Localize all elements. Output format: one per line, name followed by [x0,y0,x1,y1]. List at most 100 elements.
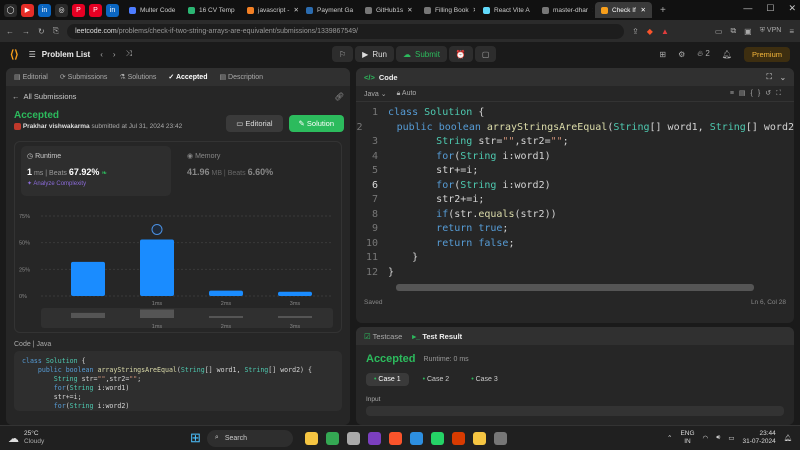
browser-tab[interactable]: javascript - ✕ [241,2,298,18]
maximize-icon[interactable]: ☐ [766,3,774,14]
close-icon[interactable]: ✕ [788,3,796,14]
braces-icon[interactable]: {} [751,90,766,97]
streak-counter[interactable]: 🔥︎ 2 [697,49,710,59]
browser-tab[interactable]: React Vite A✕ [477,2,534,18]
onenote-app-icon[interactable] [367,431,381,445]
debug-button[interactable]: ⚐ [332,46,354,62]
vscode-app-icon[interactable] [409,431,423,445]
browser-tab[interactable]: Filling Book ✕ [418,2,475,18]
browser-tab[interactable]: GitHub1s ✕ [359,2,416,18]
leetcode-logo-icon[interactable]: ⟨⟩ [10,48,19,61]
runtime-bar[interactable] [140,239,174,297]
runtime-card[interactable]: ◷ Runtime 1 ms | Beats 67.92% ❧ ✦ Analyz… [21,146,171,197]
volume-icon[interactable]: 🔊︎ [716,434,720,442]
url-field[interactable]: leetcode.com/problems/check-if-two-strin… [67,23,625,39]
submit-button[interactable]: ☁ Submit [396,46,447,62]
expand-icon[interactable]: ⛶ [766,72,771,82]
collapse-icon[interactable]: ⌄ [780,73,786,82]
language-select[interactable]: Java ⌄ [364,90,387,98]
notification-icon[interactable]: 🔔︎ [722,50,732,59]
explorer-app-icon[interactable] [304,431,318,445]
browser-tab[interactable]: Check If ✕ [595,2,652,18]
runtime-bar[interactable] [278,291,312,297]
youtube-pinned-tab[interactable]: ▶ [21,3,34,17]
chrome-app-icon[interactable] [325,431,339,445]
language-indicator[interactable]: ENG IN [680,430,694,446]
menu-icon[interactable]: ≡ [789,27,794,36]
browser-tab[interactable]: 16 CV Temp ✕ [182,2,239,18]
list-icon[interactable]: ☰ [29,50,36,59]
shuffle-icon[interactable]: ⤨ [126,49,132,59]
office-app-icon[interactable] [451,431,465,445]
reset-icon[interactable]: ↺ [765,90,776,97]
pinterest-pinned-tab[interactable]: P [72,3,85,17]
folder-app-icon[interactable] [472,431,486,445]
weather-widget[interactable]: ☁ 25°C Cloudy [0,430,190,446]
whatsapp-app-icon[interactable] [430,431,444,445]
link-icon[interactable]: 🔗︎ [334,92,344,101]
media-app-icon[interactable] [493,431,507,445]
tab-close-icon[interactable]: ✕ [407,6,412,14]
tab-test-result[interactable]: ▸_ Test Result [412,332,462,341]
case-2-tab[interactable]: • Case 2 [415,373,458,386]
settings-icon[interactable]: ⚙ [678,50,685,59]
brave-shield-icon[interactable]: ◆ [647,27,653,36]
tab-close-icon[interactable]: ✕ [641,6,646,14]
tab-submissions[interactable]: ⟳ Submissions [60,73,108,81]
chatgpt-pinned-tab[interactable]: ◎ [55,3,68,17]
run-button[interactable]: ▶ Run [355,46,395,62]
tab-close-icon[interactable]: ✕ [293,6,298,14]
prev-problem-icon[interactable]: ‹ [100,50,103,59]
next-problem-icon[interactable]: › [113,50,116,59]
case-1-tab[interactable]: • Case 1 [366,373,409,386]
tab-solutions[interactable]: ⚗ Solutions [119,73,156,81]
editor-content[interactable]: 1 class Solution {2 public boolean arrayS… [356,102,794,282]
forward-icon[interactable]: → [22,27,30,36]
layout-icon[interactable]: ⊞ [659,50,666,59]
submitter-name[interactable]: Prakhar vishwakarma [23,123,90,130]
wifi-icon[interactable]: ◠ [703,434,709,442]
linkedin-pinned-tab[interactable]: in [38,3,51,17]
case-3-tab[interactable]: • Case 3 [463,373,506,386]
minimize-icon[interactable]: — [743,3,752,14]
notifications-icon[interactable]: 🔔︎ [784,434,792,442]
new-tab-button[interactable]: + [654,2,670,18]
sidebar-icon[interactable]: ▭ [715,27,723,36]
problem-list-link[interactable]: Problem List [42,50,90,59]
tab-close-icon[interactable]: ✕ [473,6,475,14]
analyze-complexity-link[interactable]: ✦ Analyze Complexity [27,180,165,187]
premium-button[interactable]: Premium [743,46,790,62]
browser-tab[interactable]: Multer Code✕ [123,2,180,18]
solution-button[interactable]: ✎ Solution [288,115,344,132]
wallet-icon[interactable]: ▣ [744,27,752,36]
auto-toggle[interactable]: 🔒︎ Auto [397,90,417,98]
back-icon[interactable]: ← [6,27,14,36]
taskbar-search[interactable]: ⌕ Search [206,429,293,447]
editorial-button[interactable]: ▭ Editorial [226,115,283,132]
share-icon[interactable]: ⇪ [632,27,639,36]
github-pinned-tab[interactable]: ◯ [4,3,17,17]
back-to-submissions[interactable]: ← All Submissions 🔗︎ [6,86,350,107]
files-app-icon[interactable] [346,431,360,445]
clock[interactable]: 23:44 31-07-2024 [742,430,775,446]
format-icon[interactable]: ▤ [739,90,751,97]
notes-button[interactable]: ▢ [474,46,497,62]
memory-card[interactable]: ◉ Memory 41.96 MB | Beats 6.60% [187,152,337,177]
pinterest2-pinned-tab[interactable]: P [89,3,102,17]
timer-button[interactable]: ⏰ [448,46,473,62]
tab-editorial[interactable]: ▤ Editorial [14,73,48,81]
horizontal-scrollbar[interactable] [396,284,754,291]
linkedin2-pinned-tab[interactable]: in [106,3,119,17]
brave-rewards-icon[interactable]: ▲ [661,27,669,36]
battery-icon[interactable]: ▭ [728,434,734,442]
runtime-bar[interactable] [209,290,243,297]
reload-icon[interactable]: ↻ [38,27,45,36]
bookmark-line-icon[interactable]: ≡ [730,90,739,97]
tab-accepted[interactable]: ✓ Accepted [168,73,207,81]
vpn-button[interactable]: ⛨ VPN [760,27,782,35]
runtime-bar[interactable] [71,262,105,297]
bookmark-icon[interactable]: ⎘ [53,26,59,36]
tab-close-icon[interactable]: ✕ [179,6,180,14]
tab-close-icon[interactable]: ✕ [592,6,593,14]
windows-start-icon[interactable]: ⊞ [190,430,201,446]
